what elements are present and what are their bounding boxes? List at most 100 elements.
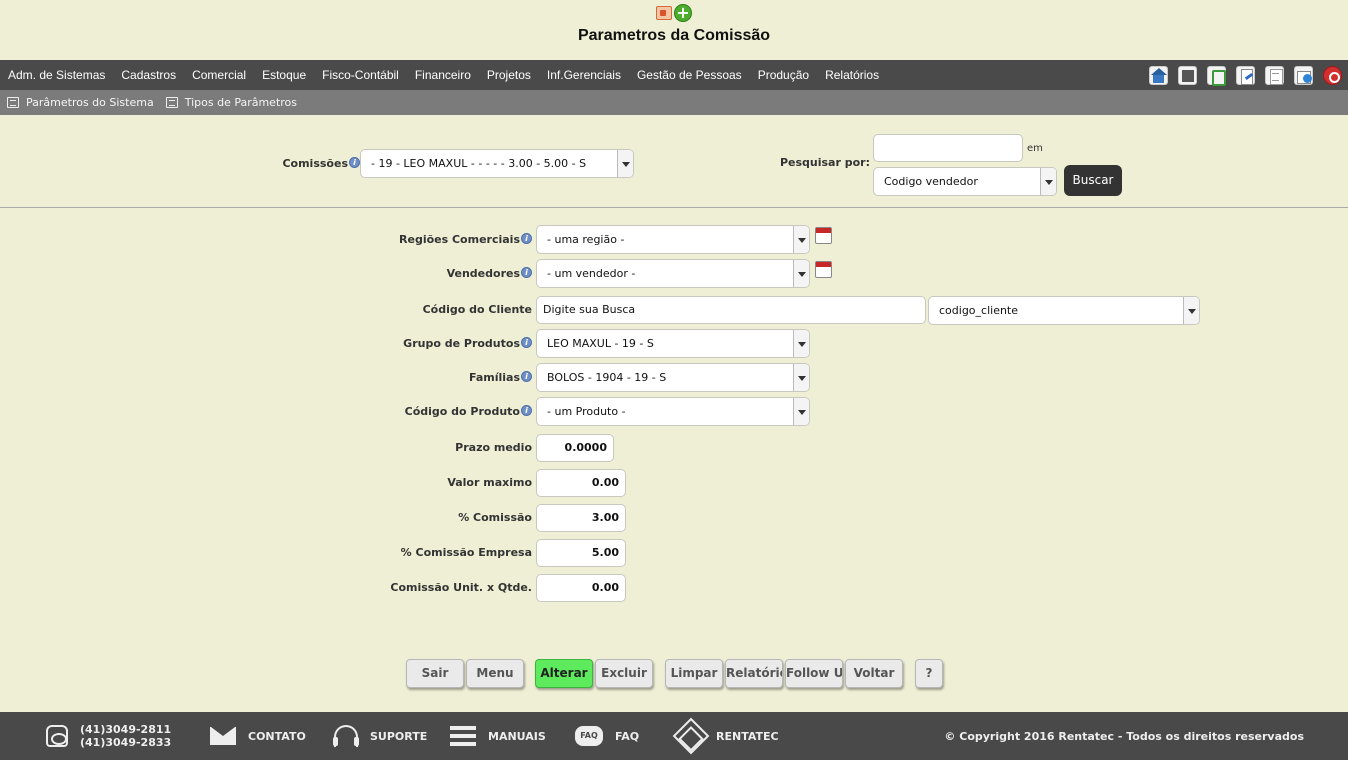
info-icon[interactable]: i [521,337,532,348]
footer-rentatec[interactable]: RENTATEC [672,712,779,760]
footer-manuais[interactable]: MANUAIS [450,712,546,760]
add-icon[interactable]: + [674,4,692,22]
presentation-icon[interactable] [656,6,672,20]
recycle-icon[interactable] [1207,66,1226,86]
page-title: Parametros da Comissão [577,27,771,44]
chevron-down-icon [793,330,809,357]
menu-item-comercial[interactable]: Comercial [192,68,246,82]
footer-copyright: © Copyright 2016 Rentatec - Todos os dir… [944,729,1304,743]
save-icon[interactable] [1178,66,1197,85]
valor-maximo-label: Valor maximo [447,476,532,489]
footer-phone: (41)3049-2811 (41)3049-2833 [46,712,171,760]
codigo-produto-select[interactable]: - um Produto - [536,397,810,426]
header: + Parametros da Comissão [0,0,1348,60]
sub-navigation: Parâmetros do Sistema Tipos de Parâmetro… [0,90,1348,115]
menu-item-fisco-contabil[interactable]: Fisco-Contábil [322,68,399,82]
menu-item-producao[interactable]: Produção [758,68,809,82]
help-button[interactable]: ? [915,659,943,688]
voltar-button[interactable]: Voltar [845,659,903,688]
list-icon [165,97,178,108]
document-icon[interactable] [1265,66,1284,85]
info-icon[interactable]: i [521,267,532,278]
vendedores-select[interactable]: - um vendedor - [536,259,810,288]
codigo-cliente-input[interactable]: Digite sua Busca [536,296,926,324]
familias-select[interactable]: BOLOS - 1904 - 19 - S [536,363,810,392]
relatorio-button[interactable]: Relatório [725,659,783,688]
info-icon[interactable]: i [521,405,532,416]
grupo-value: LEO MAXUL - 19 - S [547,337,654,350]
world-document-icon[interactable] [1294,66,1313,85]
menu-item-estoque[interactable]: Estoque [262,68,306,82]
subnav-parametros-sistema[interactable]: Parâmetros do Sistema [7,96,154,109]
menu-item-adm-sistemas[interactable]: Adm. de Sistemas [8,68,105,82]
familias-value: BOLOS - 1904 - 19 - S [547,371,667,384]
limpar-button[interactable]: Limpar [665,659,723,688]
produto-value: - um Produto - [547,405,626,418]
codigo-cliente-field-select[interactable]: codigo_cliente [928,296,1200,325]
rentatec-icon [672,717,710,755]
codigo-cliente-label: Código do Cliente [422,303,532,316]
info-icon[interactable]: i [349,157,360,168]
sair-button[interactable]: Sair [406,659,464,688]
search-field-select[interactable]: Codigo vendedor [873,167,1057,196]
main-menu: Adm. de Sistemas Cadastros Comercial Est… [0,60,1348,90]
subnav-label: Tipos de Parâmetros [184,96,298,109]
exit-icon[interactable] [1323,66,1342,85]
menu-item-inf-gerenciais[interactable]: Inf.Gerenciais [547,68,621,82]
alterar-button[interactable]: Alterar [535,659,593,688]
pesquisar-label: Pesquisar por: [779,156,870,169]
footer-suporte[interactable]: SUPORTE [333,712,427,760]
info-icon[interactable]: i [521,371,532,382]
home-icon[interactable] [1149,66,1168,85]
familias-label: Famílias i [380,371,532,384]
buscar-button[interactable]: Buscar [1064,165,1122,196]
calendar-icon[interactable] [815,261,832,278]
produto-label-text: Código do Produto [404,405,520,418]
faq-icon: FAQ [575,726,603,746]
comissao-unit-input[interactable]: 0.00 [536,574,626,602]
calendar-icon[interactable] [815,227,832,244]
footer-contato[interactable]: CONTATO [210,712,306,760]
comissao-input[interactable]: 3.00 [536,504,626,532]
comissoes-value: - 19 - LEO MAXUL - - - - - 3.00 - 5.00 -… [371,157,587,170]
menu-item-relatorios[interactable]: Relatórios [825,68,879,82]
subnav-tipos-parametros[interactable]: Tipos de Parâmetros [165,96,298,109]
subnav-label: Parâmetros do Sistema [26,96,154,109]
menu-item-cadastros[interactable]: Cadastros [121,68,176,82]
grupo-label-text: Grupo de Produtos [403,337,520,350]
search-field-value: Codigo vendedor [884,175,978,188]
regioes-select[interactable]: - uma região - [536,225,810,254]
vendedores-label: Vendedores i [380,267,532,280]
divider [0,207,1348,208]
rentatec-label: RENTATEC [716,729,779,743]
prazo-medio-input[interactable]: 0.0000 [536,434,614,462]
menu-item-financeiro[interactable]: Financeiro [415,68,471,82]
faq-label: FAQ [615,729,640,743]
excluir-button[interactable]: Excluir [595,659,653,688]
footer-faq[interactable]: FAQ FAQ [575,712,639,760]
menu-button[interactable]: Menu [466,659,524,688]
codigo-produto-label: Código do Produto i [380,405,532,418]
list-icon [7,97,19,108]
phone-icon [46,725,68,747]
grupo-produtos-select[interactable]: LEO MAXUL - 19 - S [536,329,810,358]
chevron-down-icon [793,226,809,253]
phone-2: (41)3049-2833 [80,736,172,749]
comissoes-label-text: Comissões [282,157,348,170]
regioes-label-text: Regiões Comerciais [399,233,520,246]
menu-item-gestao-pessoas[interactable]: Gestão de Pessoas [637,68,742,82]
chevron-down-icon [793,364,809,391]
menu-item-projetos[interactable]: Projetos [487,68,531,82]
info-icon[interactable]: i [521,233,532,244]
valor-maximo-input[interactable]: 0.00 [536,469,626,497]
grupo-produtos-label: Grupo de Produtos i [380,337,532,350]
regioes-label: Regiões Comerciais i [380,233,532,246]
follow-up-button[interactable]: Follow Up [785,659,843,688]
search-input[interactable] [873,134,1023,162]
comissoes-label: Comissões i [250,157,360,170]
comissao-empresa-input[interactable]: 5.00 [536,539,626,567]
comissoes-select[interactable]: - 19 - LEO MAXUL - - - - - 3.00 - 5.00 -… [360,149,634,178]
edit-document-icon[interactable] [1236,66,1255,85]
header-actions: + [656,4,692,22]
chevron-down-icon [1183,297,1199,324]
